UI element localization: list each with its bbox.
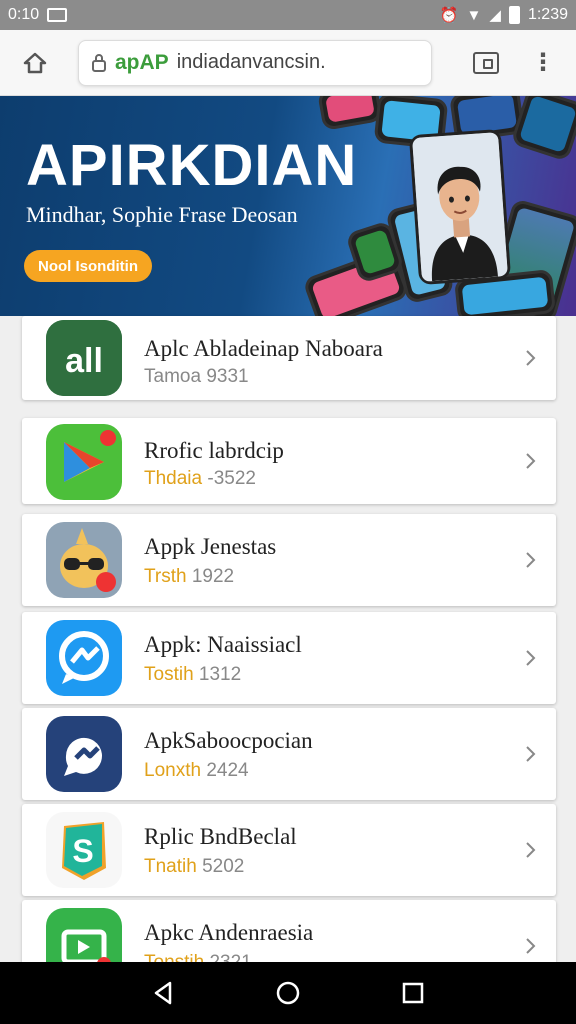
- app-meta-value: 1922: [191, 566, 235, 587]
- app-name: Appk Jenestas: [144, 534, 277, 559]
- svg-text:S: S: [72, 833, 93, 869]
- back-icon[interactable]: [150, 980, 176, 1006]
- avatar-phone: [408, 128, 512, 286]
- chevron-right-icon: [526, 350, 536, 366]
- app-name: ApkSaboocpocian: [144, 728, 313, 753]
- wifi-icon: ▼: [466, 6, 482, 24]
- status-clock: 1:239: [527, 6, 568, 23]
- chat-bubble-icon: [46, 716, 122, 792]
- list-item[interactable]: all Aplc Abladeinap Naboara Tamoa 9331: [22, 316, 556, 400]
- app-name: Appk: Naaissiacl: [144, 632, 302, 657]
- alarm-icon: ⏰: [439, 6, 459, 24]
- banner-title: APIRKDIAN: [26, 133, 358, 198]
- address-bar[interactable]: apAP indiadanvancsin.: [78, 39, 432, 86]
- app-meta-label: Tostih: [144, 664, 194, 685]
- home-nav-icon[interactable]: [275, 980, 301, 1006]
- messenger-icon: [46, 620, 122, 696]
- browser-toolbar: apAP indiadanvancsin. ⋮: [0, 30, 576, 96]
- chevron-right-icon: [526, 938, 536, 954]
- app-meta-label: Trsth: [144, 566, 187, 587]
- chevron-right-icon: [526, 746, 536, 762]
- promo-banner[interactable]: APIRKDIAN Mindhar, Sophie Frase Deosan N…: [0, 96, 576, 316]
- tabs-icon: [473, 51, 499, 74]
- app-meta: Tamoa 9331: [144, 366, 249, 388]
- system-nav-bar: [0, 962, 576, 1024]
- status-time: 0:10: [8, 6, 40, 23]
- signal-icon: ◢: [489, 6, 501, 24]
- status-bar: 0:10 ⏰ ▼ ◢ 1:239: [0, 0, 576, 30]
- banner-subtitle: Mindhar, Sophie Frase Deosan: [26, 202, 298, 227]
- app-meta: Lonxth 2424: [144, 760, 249, 782]
- list-item[interactable]: Rrofic labrdcip Thdaia -3522: [22, 418, 556, 504]
- app-name: Rrofic labrdcip: [144, 438, 284, 463]
- url-text: indiadanvancsin.: [176, 51, 326, 73]
- app-meta: Thdaia -3522: [144, 468, 256, 490]
- list-item[interactable]: Appk: Naaissiacl Tostih 1312: [22, 612, 556, 704]
- s-shield-icon: S: [46, 812, 122, 888]
- more-vert-icon: ⋮: [531, 49, 555, 76]
- app-meta-label: Thdaia: [144, 468, 203, 489]
- app-meta-value: 1312: [198, 664, 242, 685]
- play-store-icon: [46, 424, 122, 500]
- tabs-button[interactable]: [454, 30, 518, 96]
- svg-text:all: all: [65, 342, 103, 380]
- app-meta: Tnatih 5202: [144, 856, 244, 878]
- battery-icon: [508, 6, 520, 24]
- mascot-icon: [46, 522, 122, 598]
- app-meta-label: Tnatih: [144, 856, 197, 877]
- app-name: Apkc Andenraesia: [144, 920, 314, 945]
- app-meta-label: Lonxth: [144, 760, 202, 781]
- chevron-right-icon: [526, 552, 536, 568]
- chevron-right-icon: [526, 842, 536, 858]
- app-meta-label: Tamoa: [144, 366, 202, 387]
- image-notification-icon: [47, 8, 68, 22]
- recents-icon[interactable]: [400, 980, 426, 1006]
- app-name: Rplic BndBeclal: [144, 824, 297, 849]
- avatar-icon: [412, 132, 508, 282]
- banner-cta-button[interactable]: Nool Isonditin: [24, 250, 152, 282]
- lock-icon: [92, 53, 106, 72]
- app-meta-value: 2424: [206, 760, 249, 781]
- chevron-right-icon: [526, 453, 536, 469]
- home-button[interactable]: [0, 30, 70, 96]
- home-icon: [23, 52, 47, 73]
- app-name: Aplc Abladeinap Naboara: [144, 336, 383, 361]
- all-icon: all: [46, 320, 122, 396]
- app-meta-value: 9331: [206, 366, 249, 387]
- list-item[interactable]: Appk Jenestas Trsth 1922: [22, 514, 556, 606]
- menu-button[interactable]: ⋮: [518, 30, 568, 96]
- app-meta-value: 5202: [202, 856, 245, 877]
- chevron-right-icon: [526, 650, 536, 666]
- phone-image: [316, 96, 384, 131]
- app-meta-value: -3522: [207, 468, 256, 489]
- list-item[interactable]: ApkSaboocpocian Lonxth 2424: [22, 708, 556, 800]
- url-brand: apAP: [115, 50, 169, 74]
- list-item[interactable]: S Rplic BndBeclal Tnatih 5202: [22, 804, 556, 896]
- app-meta: Trsth 1922: [144, 566, 234, 588]
- app-meta: Tostih 1312: [144, 664, 241, 686]
